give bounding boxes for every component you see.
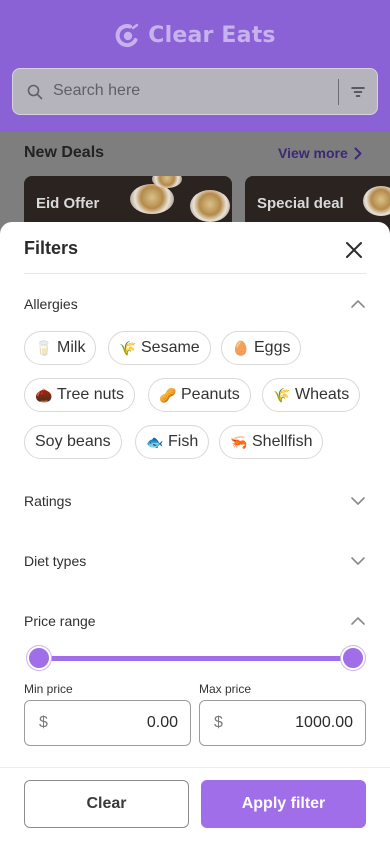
section-label: Price range — [24, 613, 96, 629]
food-image — [363, 186, 390, 216]
chip-label: Soy beans — [35, 433, 111, 450]
shrimp-icon: 🦐 — [230, 434, 248, 450]
chip-label: Sesame — [141, 339, 200, 356]
chip-label: Wheats — [295, 386, 350, 403]
divider — [24, 273, 366, 274]
chevron-down-icon — [351, 497, 365, 505]
chip-peanuts[interactable]: 🥜 Peanuts — [148, 378, 251, 412]
food-image — [190, 190, 230, 222]
tree-nut-icon: 🌰 — [35, 387, 53, 403]
chip-label: Eggs — [254, 339, 291, 356]
chevron-up-icon — [351, 300, 365, 308]
section-diet-types[interactable]: Diet types — [24, 550, 366, 572]
food-image — [130, 184, 174, 214]
section-allergies[interactable]: Allergies — [24, 293, 366, 315]
chevron-right-icon — [354, 147, 362, 159]
section-price-range[interactable]: Price range — [24, 610, 366, 632]
search-icon — [27, 84, 43, 100]
chip-label: Tree nuts — [57, 386, 124, 403]
apply-filter-button[interactable]: Apply filter — [201, 780, 366, 828]
screen: Clear Eats Search here New Deals View mo… — [0, 0, 390, 844]
app-header: Clear Eats Search here — [0, 0, 390, 132]
section-label: Ratings — [24, 493, 72, 509]
close-button[interactable] — [342, 238, 366, 262]
view-more-label: View more — [278, 145, 348, 161]
milk-icon: 🥛 — [35, 340, 53, 356]
chip-shellfish[interactable]: 🦐 Shellfish — [219, 425, 324, 459]
chip-milk[interactable]: 🥛 Milk — [24, 331, 97, 365]
chevron-down-icon — [351, 557, 365, 565]
view-more-link[interactable]: View more — [278, 145, 362, 161]
deal-label: Eid Offer — [36, 195, 100, 212]
deal-label: Special deal — [257, 195, 344, 212]
app-name: Clear Eats — [148, 22, 276, 48]
min-price-label: Min price — [24, 682, 73, 696]
chip-label: Shellfish — [252, 433, 313, 450]
chip-label: Peanuts — [181, 386, 240, 403]
sesame-icon: 🌾 — [119, 340, 137, 356]
max-price-field[interactable]: $ 1000.00 — [199, 700, 366, 746]
footer-divider — [0, 767, 390, 768]
chip-tree-nuts[interactable]: 🌰 Tree nuts — [24, 378, 135, 412]
egg-icon: 🥚 — [232, 340, 250, 356]
max-price-label: Max price — [199, 682, 252, 696]
clear-button[interactable]: Clear — [24, 780, 189, 828]
chip-sesame[interactable]: 🌾 Sesame — [108, 331, 211, 365]
section-ratings[interactable]: Ratings — [24, 490, 366, 512]
peanut-icon: 🥜 — [159, 387, 177, 403]
min-price-value: 0.00 — [146, 714, 178, 731]
chip-label: Fish — [168, 433, 199, 450]
currency-symbol: $ — [214, 714, 223, 731]
deals-title: New Deals — [24, 144, 105, 161]
chevron-up-icon — [351, 617, 365, 625]
chip-wheats[interactable]: 🌾 Wheats — [262, 378, 361, 412]
wheat-icon: 🌾 — [273, 387, 291, 403]
chip-eggs[interactable]: 🥚 Eggs — [221, 331, 302, 365]
brand: Clear Eats — [0, 18, 390, 52]
min-price-field[interactable]: $ 0.00 — [24, 700, 191, 746]
currency-symbol: $ — [39, 714, 48, 731]
price-slider-max-handle[interactable] — [341, 646, 365, 670]
search-divider — [338, 79, 339, 105]
section-label: Allergies — [24, 296, 78, 312]
sheet-title: Filters — [24, 238, 79, 258]
brand-logo-icon — [115, 23, 139, 48]
price-slider-min-handle[interactable] — [27, 646, 51, 670]
section-label: Diet types — [24, 553, 87, 569]
fish-icon: 🐟 — [146, 434, 164, 450]
price-slider-track[interactable] — [38, 656, 354, 661]
search-bar[interactable]: Search here — [12, 68, 378, 115]
search-input[interactable]: Search here — [53, 82, 140, 100]
max-price-value: 1000.00 — [295, 714, 353, 731]
price-slider-fill — [38, 656, 354, 661]
chip-label: Milk — [57, 339, 86, 356]
filter-icon[interactable] — [350, 85, 366, 99]
chip-fish[interactable]: 🐟 Fish — [135, 425, 210, 459]
filters-sheet: Filters Allergies 🥛 Milk 🌾 Sesame 🥚 Eggs — [0, 222, 390, 844]
close-icon — [346, 242, 362, 258]
chip-soy-beans[interactable]: Soy beans — [24, 425, 122, 459]
